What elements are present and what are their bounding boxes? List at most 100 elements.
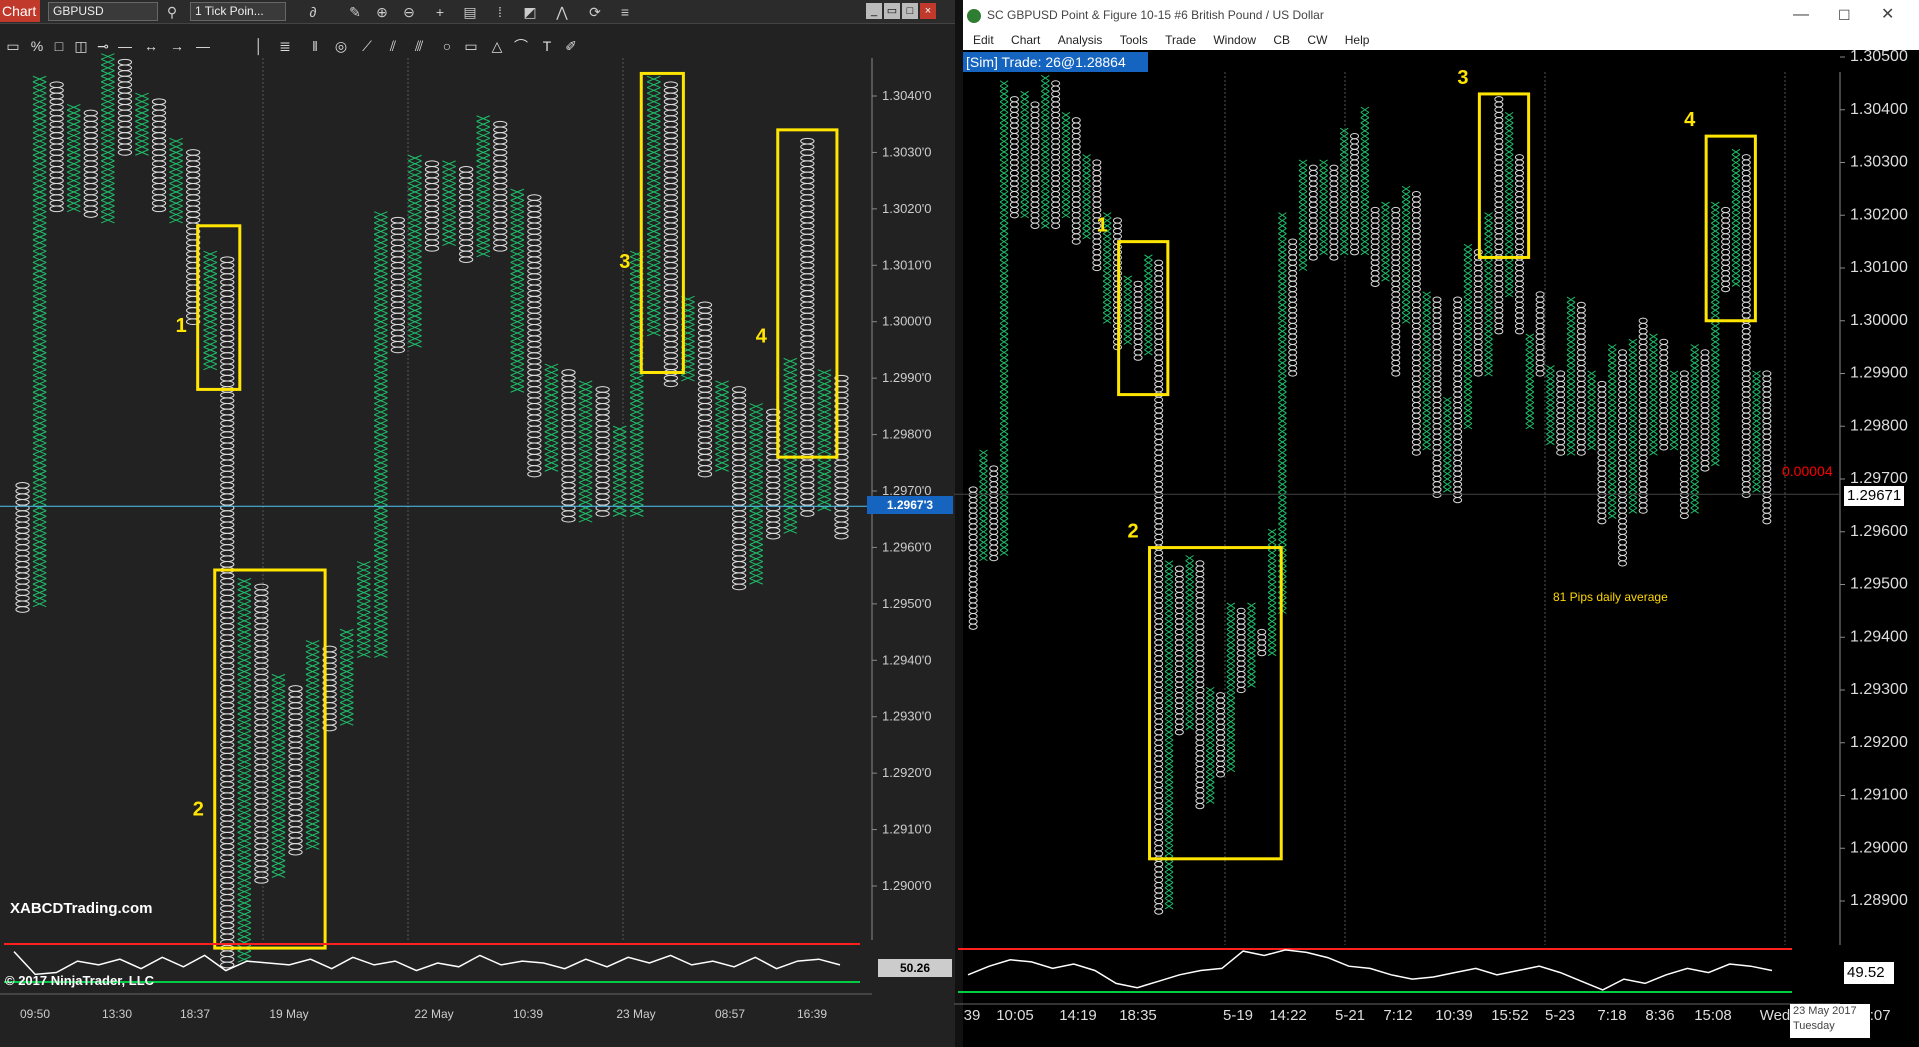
o-mark [527,205,542,213]
x-mark [476,160,491,167]
o-mark [1288,254,1298,261]
o-mark [731,510,747,517]
o-mark [220,820,235,828]
x-mark [66,115,81,122]
o-mark [1453,486,1463,493]
o-mark [800,166,815,173]
o-mark [220,685,235,692]
o-mark [1514,328,1524,335]
o-mark [1370,259,1380,266]
x-mark [1144,312,1153,319]
o-mark [1154,892,1164,899]
x-mark [510,205,525,213]
x-mark [1731,217,1741,224]
x-mark [1607,344,1617,351]
o-mark [1741,217,1751,224]
x-mark [1566,433,1576,440]
x-mark [32,566,47,574]
x-mark [356,651,371,658]
x-mark [1463,243,1473,250]
x-mark [646,194,661,201]
x-mark [237,589,252,596]
o-mark [1638,449,1648,456]
o-mark [1494,285,1504,293]
x-mark [578,493,593,500]
o-mark [1154,713,1164,720]
x-mark [32,442,47,450]
o-mark [1453,460,1463,467]
x-mark [1422,359,1431,367]
x-mark [237,871,252,878]
x-mark [1690,417,1699,425]
o-mark [1154,349,1164,356]
x-mark [1525,344,1535,351]
o-mark [1514,159,1524,166]
o-mark [1154,792,1164,799]
x-mark [510,228,525,235]
x-mark [715,465,729,472]
x-mark [1278,222,1287,229]
o-mark [1556,438,1566,446]
o-mark [254,769,269,777]
o-mark [1432,407,1442,414]
o-mark [1494,201,1504,208]
x-mark [646,87,661,94]
x-mark [1164,597,1174,604]
o-mark [1473,275,1483,282]
x-mark [1443,417,1452,425]
o-mark [493,245,508,252]
x-mark [1360,154,1370,161]
x-mark [476,183,491,190]
o-mark [697,408,713,416]
x-mark [32,357,47,365]
x-mark [203,363,218,371]
x-mark [1267,560,1277,567]
x-mark [1752,428,1761,435]
x-mark [32,92,47,100]
x-mark [373,493,388,500]
x-mark [305,786,320,794]
o-mark [390,256,406,263]
o-mark [561,459,576,467]
x-mark [1041,80,1050,87]
pnf-column-x [1298,159,1308,272]
x-mark [1422,417,1431,425]
pnf-column-o [1391,206,1401,377]
x-mark [783,470,798,478]
o-mark [1174,649,1184,657]
x-mark [1205,760,1215,767]
o-mark [1494,138,1504,145]
o-mark [424,188,440,196]
x-mark [1185,650,1194,657]
o-mark [288,826,303,833]
x-mark [1711,433,1720,440]
o-mark [1411,191,1421,198]
x-mark [1690,412,1699,419]
o-mark [1391,285,1401,293]
o-mark [1762,386,1772,393]
o-mark [1071,217,1081,224]
x-mark [1381,228,1390,235]
x-mark [373,216,388,224]
o-mark [1154,354,1164,361]
o-mark [1679,491,1689,498]
o-mark [800,261,815,269]
o-mark [1411,449,1421,456]
o-mark [989,523,999,530]
crosshair-date: 23 May 2017 Tuesday [1790,1004,1870,1038]
x-mark [510,380,525,388]
o-mark [1154,903,1164,910]
y-tick-label: 1.2900'0 [882,878,931,893]
o-mark [220,696,235,704]
x-mark [783,499,798,506]
o-mark [390,340,406,348]
o-mark [800,318,815,326]
x-mark [373,510,388,517]
x-mark [646,199,661,207]
x-mark [237,848,252,856]
x-mark [979,470,988,477]
o-mark [1288,291,1298,298]
o-mark [1009,191,1019,198]
o-mark [1741,270,1751,277]
x-mark [1690,370,1699,377]
